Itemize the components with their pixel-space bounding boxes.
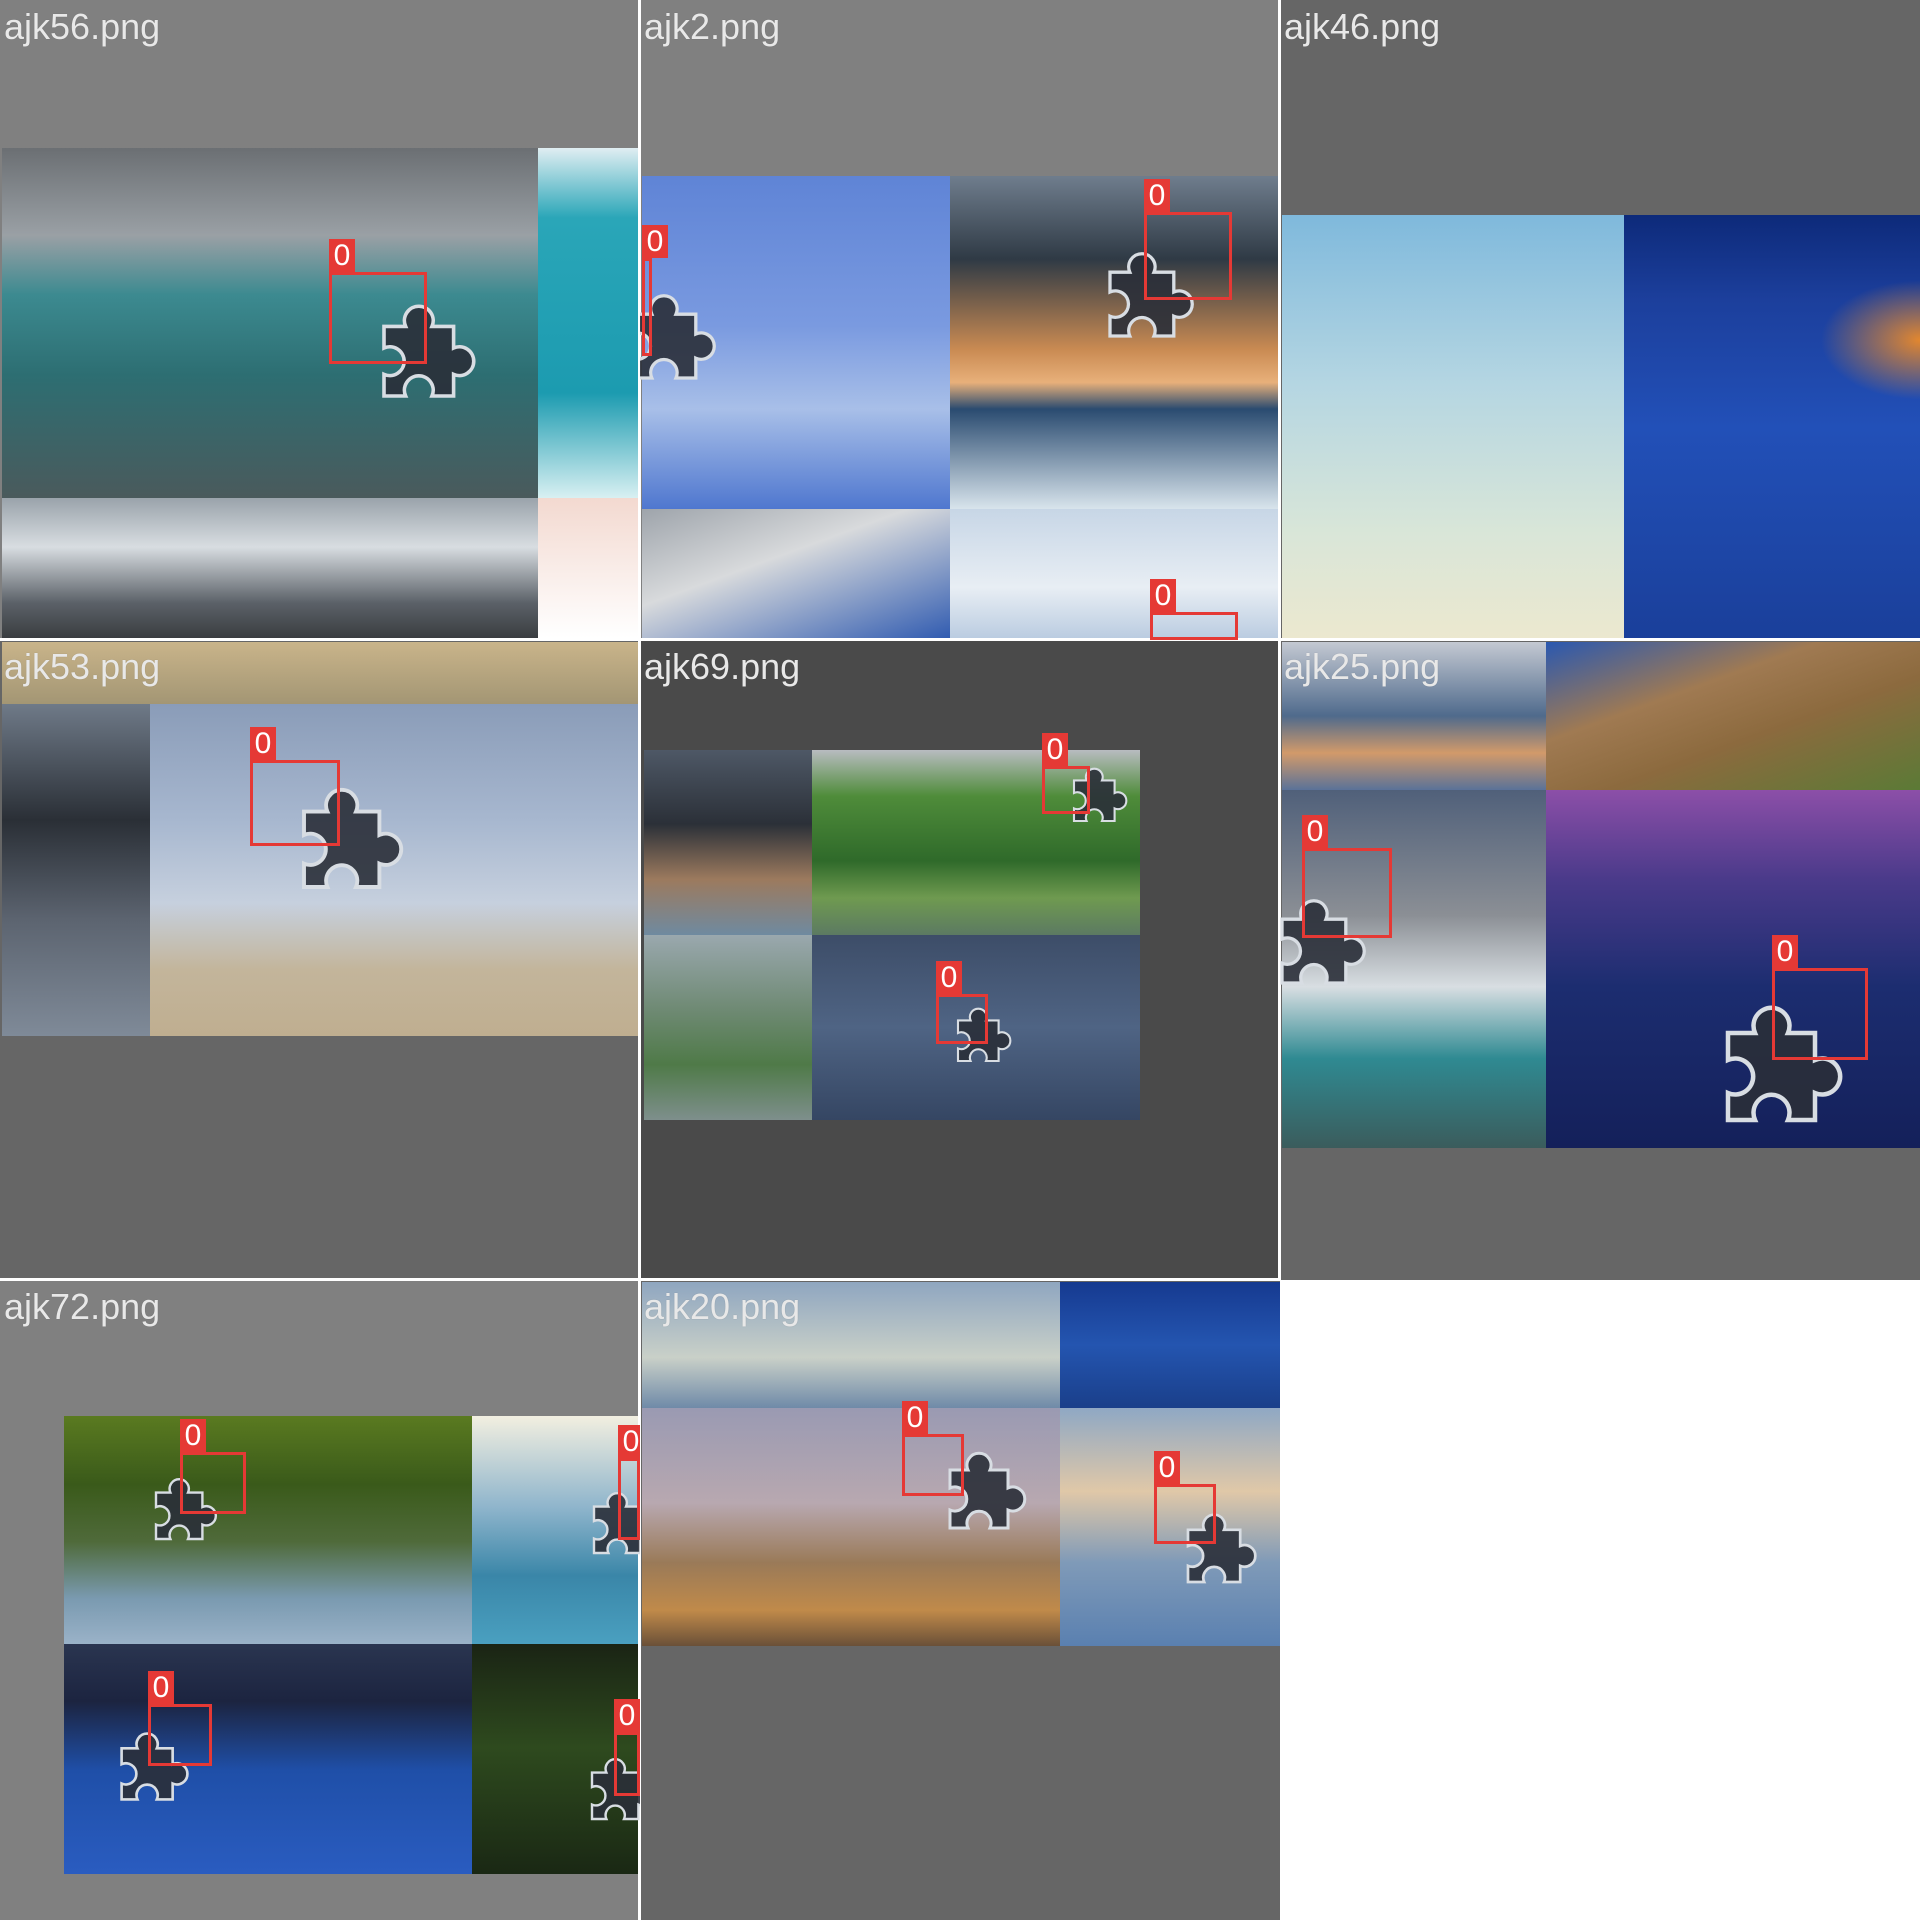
mosaic-tile-ajk20[interactable]: 0 0 ajk20.png	[640, 1280, 1280, 1920]
mosaic-tile-ajk46[interactable]: ajk46.png	[1280, 0, 1920, 640]
detection-box: 0	[936, 961, 988, 1044]
photo-pier-water	[1624, 215, 1920, 640]
detection-class-label: 0	[1772, 935, 1798, 968]
puzzle-piece-icon	[640, 280, 720, 410]
detection-class-label: 0	[180, 1419, 206, 1452]
detection-class-label: 0	[1150, 579, 1176, 612]
detection-class-label: 0	[1302, 815, 1328, 848]
detection-box: 0	[902, 1401, 964, 1496]
detection-class-label: 0	[614, 1699, 640, 1732]
detection-box: 0	[148, 1671, 212, 1766]
photo-dusk-clouds	[644, 750, 812, 935]
grid-divider	[0, 638, 1920, 641]
mosaic-tile-ajk72[interactable]: 0 0 0 0 ajk72.png	[0, 1280, 640, 1920]
tile-title: ajk53.png	[4, 646, 161, 687]
tile-title: ajk72.png	[4, 1286, 161, 1327]
detection-box: 0	[1154, 1451, 1216, 1544]
detection-box: 0	[1042, 733, 1090, 814]
detection-class-label: 0	[618, 1425, 640, 1458]
mosaic-tile-ajk69[interactable]: 0 0 ajk69.png	[640, 640, 1280, 1280]
mosaic-tile-ajk2[interactable]: 0 0 0 ajk2.png	[640, 0, 1280, 640]
detection-box: 0	[1144, 179, 1232, 300]
photo-river-valley	[644, 935, 812, 1120]
photo-orange-reflection	[1820, 280, 1920, 400]
mosaic-tile-ajk56[interactable]: 0 ajk56.png	[0, 0, 640, 640]
photo-dark-clouds	[2, 704, 150, 1036]
photo-sea	[538, 148, 640, 498]
detection-class-label: 0	[936, 961, 962, 994]
detection-box: 0	[329, 239, 427, 364]
detection-class-label: 0	[642, 225, 668, 258]
detection-box: 0	[250, 727, 340, 846]
detection-box: 0	[180, 1419, 246, 1514]
detection-class-label: 0	[902, 1401, 928, 1434]
detection-box: 0	[614, 1699, 640, 1796]
detection-class-label: 0	[148, 1671, 174, 1704]
detection-class-label: 0	[250, 727, 276, 760]
tile-title: ajk46.png	[1284, 6, 1441, 47]
photo-rocky-cliff	[1546, 642, 1920, 790]
photo-clouds-mountain	[2, 498, 538, 638]
mosaic-tile-ajk53[interactable]: 0 ajk53.png	[0, 640, 640, 1280]
photo-bright-strip	[538, 498, 640, 638]
detection-box: 0	[1302, 815, 1392, 938]
photo-cloud-bank	[642, 509, 950, 640]
detection-class-label: 0	[1154, 1451, 1180, 1484]
tile-title: ajk69.png	[644, 646, 801, 687]
detection-box: 0	[642, 225, 668, 356]
photo-pastel-sky	[1282, 215, 1624, 640]
tile-title: ajk2.png	[644, 6, 781, 47]
tile-title: ajk25.png	[1284, 646, 1441, 687]
grid-divider	[0, 1278, 1280, 1281]
detection-class-label: 0	[1144, 179, 1170, 212]
detection-class-label: 0	[329, 239, 355, 272]
photo-green-water	[64, 1416, 472, 1644]
photo-deep-blue-sea	[1060, 1282, 1280, 1408]
tile-title: ajk20.png	[644, 1286, 801, 1327]
mosaic-tile-ajk25[interactable]: 0 0 ajk25.png	[1280, 640, 1920, 1280]
detection-box: 0	[1150, 579, 1238, 640]
tile-title: ajk56.png	[4, 6, 161, 47]
detection-box: 0	[1772, 935, 1868, 1060]
detection-class-label: 0	[1042, 733, 1068, 766]
detection-box: 0	[618, 1425, 640, 1540]
